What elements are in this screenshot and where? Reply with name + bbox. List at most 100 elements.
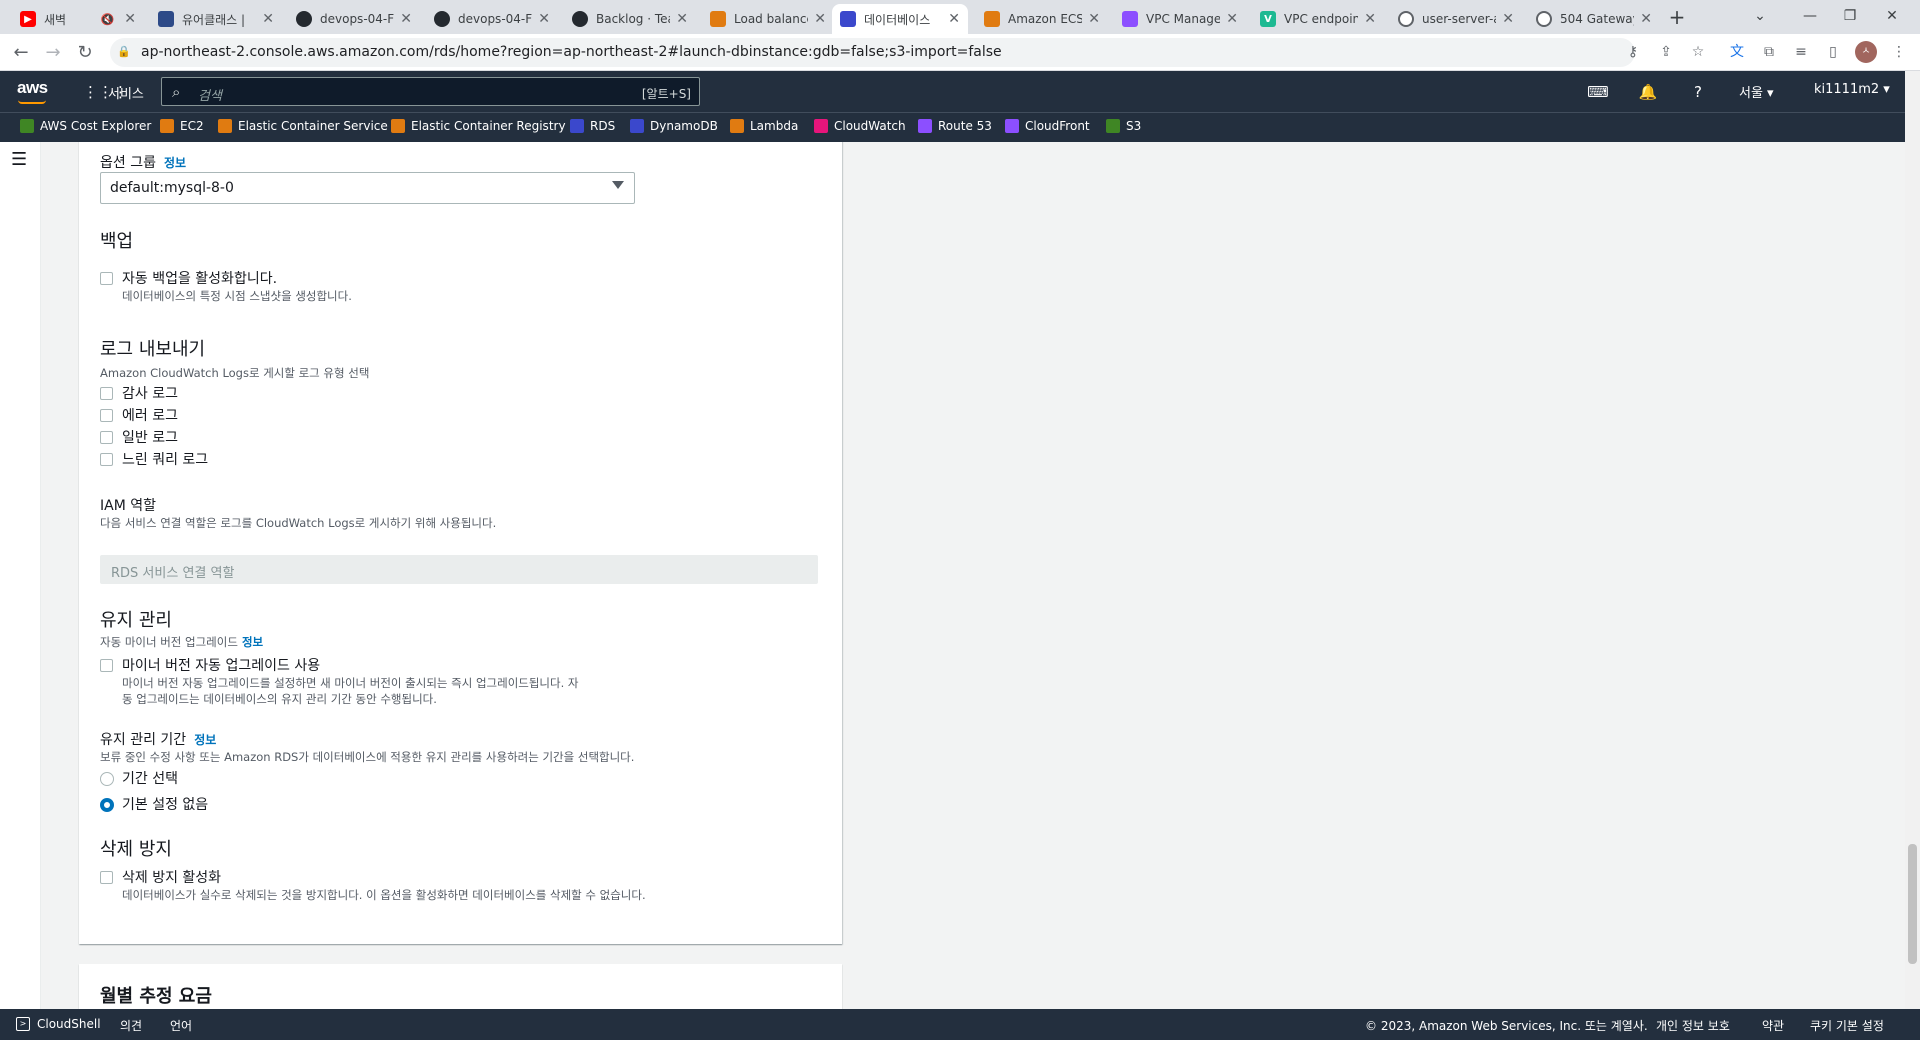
- browser-tab[interactable]: user-server-a ✕: [1390, 4, 1522, 34]
- favorite-ecr[interactable]: Elastic Container Registry: [391, 119, 566, 133]
- browser-tab[interactable]: Load balance ✕: [702, 4, 834, 34]
- maintenance-window-info-link[interactable]: 정보: [194, 733, 216, 747]
- close-tab-icon[interactable]: ✕: [400, 11, 412, 27]
- close-tab-icon[interactable]: ✕: [1502, 11, 1514, 27]
- cloudshell-link[interactable]: CloudShell: [37, 1017, 101, 1031]
- mute-icon[interactable]: 🔇: [101, 13, 115, 26]
- close-tab-icon[interactable]: ✕: [1226, 11, 1238, 27]
- side-panel-icon[interactable]: ▯: [1822, 41, 1844, 63]
- favorite-ecs[interactable]: Elastic Container Service: [218, 119, 388, 133]
- browser-tab[interactable]: 504 Gateway ✕: [1528, 4, 1660, 34]
- browser-tab[interactable]: ▶ 새벽 🔇 ✕: [12, 4, 144, 34]
- select-window-radio[interactable]: [100, 772, 114, 786]
- slow-query-log-label[interactable]: 느린 쿼리 로그: [122, 449, 208, 469]
- close-tab-icon[interactable]: ✕: [676, 11, 688, 27]
- tab-search-icon[interactable]: ⌄: [1740, 4, 1780, 28]
- feedback-link[interactable]: 의견: [120, 1017, 142, 1034]
- back-arrow-icon[interactable]: ←: [8, 40, 34, 66]
- slow-query-log-checkbox[interactable]: [100, 453, 113, 466]
- page-scrollbar[interactable]: [1905, 71, 1920, 1009]
- password-key-icon[interactable]: ⚷: [1622, 41, 1644, 63]
- favorite-cost-explorer[interactable]: AWS Cost Explorer: [20, 119, 151, 133]
- reading-list-icon[interactable]: ≡: [1790, 41, 1812, 63]
- services-menu-label[interactable]: 서비스: [108, 83, 144, 102]
- privacy-link[interactable]: 개인 정보 보호: [1656, 1017, 1730, 1034]
- audit-log-checkbox[interactable]: [100, 387, 113, 400]
- browser-tab[interactable]: VPC Manage ✕: [1114, 4, 1246, 34]
- no-preference-radio[interactable]: [100, 798, 114, 812]
- favorite-ec2[interactable]: EC2: [160, 119, 204, 133]
- language-link[interactable]: 언어: [170, 1017, 192, 1034]
- audit-log-label[interactable]: 감사 로그: [122, 383, 178, 403]
- auto-backup-label[interactable]: 자동 백업을 활성화합니다.: [122, 268, 277, 288]
- browser-tab[interactable]: V VPC endpoin ✕: [1252, 4, 1384, 34]
- log-export-heading: 로그 내보내기: [100, 339, 206, 360]
- error-log-label[interactable]: 에러 로그: [122, 405, 178, 425]
- favorite-rds[interactable]: RDS: [570, 119, 615, 133]
- help-icon[interactable]: ?: [1687, 81, 1709, 103]
- deletion-protection-checkbox[interactable]: [100, 871, 113, 884]
- forward-arrow-icon[interactable]: →: [40, 40, 66, 66]
- cookie-preferences-link[interactable]: 쿠키 기본 설정: [1810, 1017, 1884, 1034]
- close-tab-icon[interactable]: ✕: [1364, 11, 1376, 27]
- browser-tab[interactable]: Backlog · Tea ✕: [564, 4, 696, 34]
- close-tab-icon[interactable]: ✕: [814, 11, 826, 27]
- cloudshell-icon[interactable]: ⌨: [1587, 81, 1609, 103]
- general-log-label[interactable]: 일반 로그: [122, 427, 178, 447]
- favorite-cloudwatch[interactable]: CloudWatch: [814, 119, 906, 133]
- extensions-icon[interactable]: ⧉: [1758, 41, 1780, 63]
- close-tab-icon[interactable]: ✕: [124, 11, 136, 27]
- close-tab-icon[interactable]: ✕: [538, 11, 550, 27]
- menu-hamburger-icon[interactable]: ☰: [11, 151, 29, 169]
- favorite-dynamodb[interactable]: DynamoDB: [630, 119, 718, 133]
- services-grid-icon[interactable]: ⋮⋮⋮: [83, 84, 128, 100]
- option-group-select[interactable]: default:mysql-8-0: [100, 172, 635, 204]
- address-bar[interactable]: 🔒 ap-northeast-2.console.aws.amazon.com/…: [110, 38, 1635, 67]
- browser-tab[interactable]: devops-04-Fi ✕: [288, 4, 420, 34]
- deletion-protection-label[interactable]: 삭제 방지 활성화: [122, 867, 221, 887]
- option-group-info-link[interactable]: 정보: [164, 156, 186, 170]
- general-log-checkbox[interactable]: [100, 431, 113, 444]
- browser-tab[interactable]: Amazon ECS ✕: [976, 4, 1108, 34]
- cloudshell-icon[interactable]: >: [16, 1017, 30, 1031]
- url-text[interactable]: ap-northeast-2.console.aws.amazon.com/rd…: [141, 44, 1002, 60]
- bookmark-star-icon[interactable]: ☆: [1687, 41, 1709, 63]
- lock-icon[interactable]: 🔒: [116, 44, 132, 60]
- scrollbar-thumb[interactable]: [1908, 844, 1917, 964]
- error-log-checkbox[interactable]: [100, 409, 113, 422]
- no-preference-label[interactable]: 기본 설정 없음: [122, 794, 208, 814]
- restore-window-button[interactable]: ❐: [1830, 4, 1870, 28]
- new-tab-button[interactable]: +: [1664, 5, 1690, 29]
- minimize-window-button[interactable]: —: [1790, 4, 1830, 28]
- share-icon[interactable]: ⇪: [1655, 41, 1677, 63]
- account-menu[interactable]: ki1111m2 ▾: [1814, 82, 1890, 97]
- github-icon: [434, 11, 450, 27]
- browser-tab[interactable]: 유어클래스 | ✕: [150, 4, 282, 34]
- minor-upgrade-checkbox[interactable]: [100, 659, 113, 672]
- favorite-lambda[interactable]: Lambda: [730, 119, 798, 133]
- close-tab-icon[interactable]: ✕: [1640, 11, 1652, 27]
- close-window-button[interactable]: ✕: [1872, 4, 1912, 28]
- terms-link[interactable]: 약관: [1762, 1017, 1784, 1034]
- minor-upgrade-label[interactable]: 마이너 버전 자동 업그레이드 사용: [122, 655, 320, 675]
- favorite-route53[interactable]: Route 53: [918, 119, 992, 133]
- browser-menu-icon[interactable]: ⋮: [1888, 41, 1910, 63]
- notifications-bell-icon[interactable]: 🔔: [1637, 81, 1659, 103]
- profile-avatar[interactable]: ㅅ: [1855, 41, 1877, 63]
- close-tab-icon[interactable]: ✕: [1088, 11, 1100, 27]
- aws-search-input[interactable]: ⌕ 검색 [알트+S]: [161, 77, 700, 106]
- aws-logo[interactable]: aws: [17, 78, 48, 98]
- select-window-label[interactable]: 기간 선택: [122, 768, 178, 788]
- close-tab-icon[interactable]: ✕: [262, 11, 274, 27]
- iam-role-input[interactable]: RDS 서비스 연결 역할: [100, 555, 818, 584]
- favorite-s3[interactable]: S3: [1106, 119, 1141, 133]
- favorite-cloudfront[interactable]: CloudFront: [1005, 119, 1090, 133]
- auto-backup-checkbox[interactable]: [100, 272, 113, 285]
- close-tab-icon[interactable]: ✕: [948, 11, 960, 27]
- minor-upgrade-info-link[interactable]: 정보: [242, 635, 263, 649]
- region-selector[interactable]: 서울 ▾: [1739, 82, 1774, 101]
- translate-icon[interactable]: 文: [1726, 41, 1748, 63]
- browser-tab-active[interactable]: 데이터베이스 ✕: [832, 4, 968, 34]
- reload-icon[interactable]: ↻: [72, 40, 98, 66]
- browser-tab[interactable]: devops-04-Fi ✕: [426, 4, 558, 34]
